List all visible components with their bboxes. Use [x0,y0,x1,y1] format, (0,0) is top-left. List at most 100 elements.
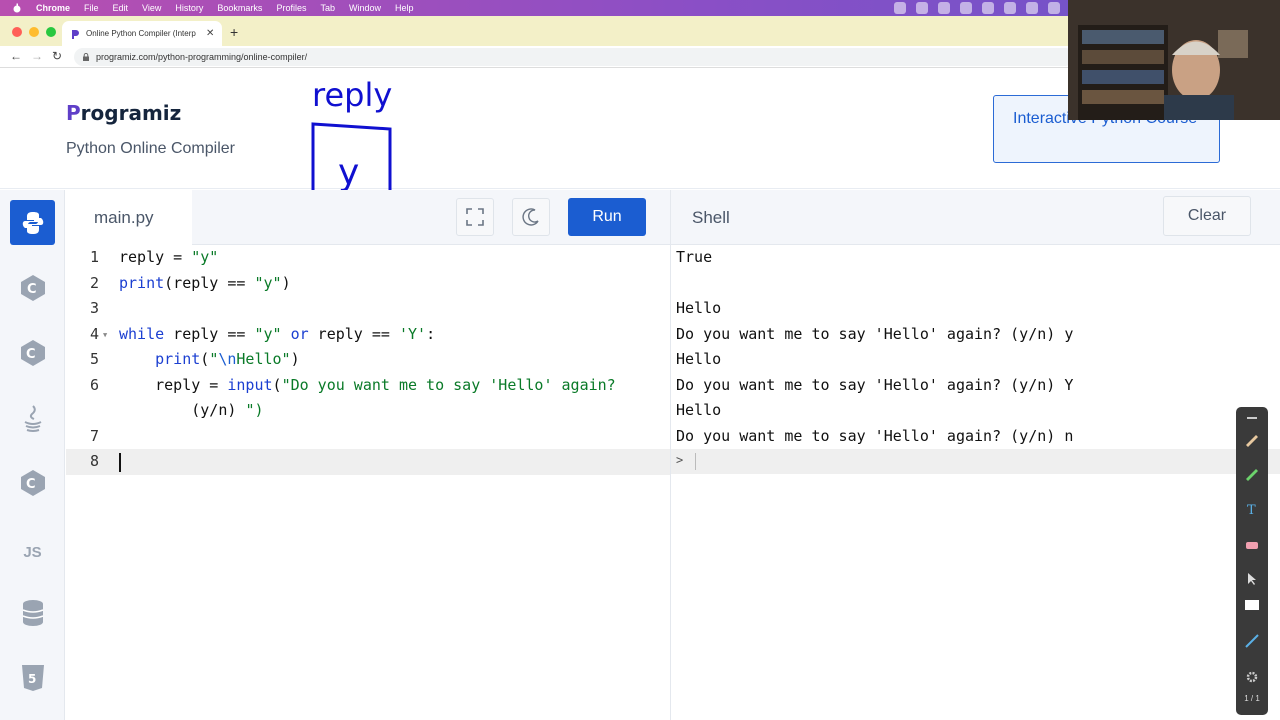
sidebar-item-java[interactable] [10,395,55,440]
menu-file[interactable]: File [84,3,99,13]
handwritten-annotation: reply y [300,76,420,206]
code-line-text: while reply == "y" or reply == 'Y': [119,324,436,343]
programiz-logo[interactable]: Programiz [66,101,181,125]
sidebar-item-c[interactable]: C [10,265,55,310]
menu-edit[interactable]: Edit [113,3,129,13]
line-number: 7 [89,426,99,445]
line-number: 3 [89,299,99,317]
palette-close-icon[interactable] [1244,411,1260,427]
menu-tab[interactable]: Tab [320,3,335,13]
editor-toolbar: main.py Run [66,190,670,245]
status-icon[interactable] [982,2,994,14]
code-line: 4 ▼ while reply == "y" or reply == 'Y': [66,322,670,348]
html5-icon: 5 [21,664,44,691]
logo-text: rogramiz [80,101,182,125]
settings-gear-icon[interactable] [1244,669,1260,685]
text-tool-icon[interactable]: T [1244,501,1260,517]
sidebar-item-cpp[interactable]: C [10,330,55,375]
shell-output-line: True [676,248,713,266]
code-line: 1 reply = "y" [66,245,670,271]
sidebar-item-javascript[interactable]: JS [10,530,55,575]
shell-output-line: Hello [676,299,722,317]
moon-icon [522,208,539,226]
line-number: 2 [89,273,99,292]
run-button[interactable]: Run [568,198,646,236]
svg-text:C: C [26,347,36,362]
sidebar-item-sql[interactable] [10,590,55,635]
status-icon[interactable] [1026,2,1038,14]
url-text: programiz.com/python-programming/online-… [96,52,308,62]
menu-help[interactable]: Help [395,3,414,13]
sidebar-item-csharp[interactable]: C [10,460,55,505]
webcam-overlay [1068,0,1280,120]
status-icon[interactable] [938,2,950,14]
fullscreen-button[interactable] [456,198,494,236]
eraser-tool-icon[interactable] [1244,537,1260,553]
dark-mode-button[interactable] [512,198,550,236]
new-tab-icon[interactable]: + [230,24,238,40]
close-tab-icon[interactable]: ✕ [206,28,214,39]
shell-output-line: Do you want me to say 'Hello' again? (y/… [676,426,1074,445]
sidebar-item-python[interactable] [10,200,55,245]
file-tab-main-py[interactable]: main.py [66,190,192,245]
status-icon[interactable] [916,2,928,14]
pointer-tool-icon[interactable] [1244,571,1260,587]
status-icon[interactable] [1004,2,1016,14]
menu-bookmarks[interactable]: Bookmarks [217,3,262,13]
menu-window[interactable]: Window [349,3,381,13]
shell-output-line: Do you want me to say 'Hello' again? (y/… [676,375,1074,394]
code-line-text: (y/n) ") [119,401,264,419]
fold-arrow-icon[interactable]: ▼ [103,331,107,339]
shell-cursor [695,453,696,470]
menu-chrome[interactable]: Chrome [36,3,70,13]
reload-icon[interactable]: ↻ [52,49,62,63]
line-number: 6 [89,375,99,394]
code-line: 5 print("\nHello") [66,347,670,373]
lock-icon [83,53,89,61]
minimize-window-button[interactable] [29,27,39,37]
shell-prompt[interactable]: > [671,449,1280,474]
programiz-favicon-icon [72,29,79,39]
clear-button[interactable]: Clear [1163,196,1251,236]
line-tool-icon[interactable] [1244,633,1260,649]
tab-title: Online Python Compiler (Interp [86,29,196,38]
line-number: 8 [89,452,99,470]
database-icon [22,599,43,626]
shell-output-line: Hello [676,401,722,419]
code-line: 6 reply = input("Do you want me to say '… [66,373,670,399]
page-subtitle: Python Online Compiler [66,140,235,157]
status-icons [894,2,1060,14]
shell-output-line: Hello [676,350,722,368]
shape-tool-icon[interactable] [1244,597,1260,613]
status-icon[interactable] [894,2,906,14]
status-icon[interactable] [960,2,972,14]
csharp-icon: C [20,469,45,496]
sidebar-item-html5[interactable]: 5 [10,655,55,700]
menu-profiles[interactable]: Profiles [276,3,306,13]
code-line-text: reply = input("Do you want me to say 'He… [119,375,616,394]
c-language-icon: C [20,274,45,301]
menu-history[interactable]: History [175,3,203,13]
shell-title: Shell [692,208,730,227]
logo-p-mark: P [66,101,81,125]
apple-icon[interactable] [12,3,22,13]
line-number: 4 [89,324,99,343]
code-editor[interactable]: 1 reply = "y" 2 print(reply == "y") 3 4 … [66,245,670,720]
annotation-word: reply [312,76,392,114]
menu-view[interactable]: View [142,3,161,13]
forward-icon[interactable]: → [31,49,43,63]
shell-output[interactable]: True Hello Do you want me to say 'Hello'… [670,245,1280,720]
window-controls [12,27,56,37]
browser-tab[interactable]: Online Python Compiler (Interp ✕ [62,21,222,46]
drawing-tool-palette: T 1 / 1 [1236,407,1268,715]
pencil-tool-icon[interactable] [1244,431,1260,447]
maximize-window-button[interactable] [46,27,56,37]
highlighter-tool-icon[interactable] [1244,465,1260,481]
status-icon[interactable] [1048,2,1060,14]
back-icon[interactable]: ← [10,49,22,63]
close-window-button[interactable] [12,27,22,37]
python-icon [22,211,43,234]
svg-text:T: T [1247,503,1256,517]
java-icon [24,404,41,432]
url-field[interactable]: programiz.com/python-programming/online-… [74,48,1074,66]
